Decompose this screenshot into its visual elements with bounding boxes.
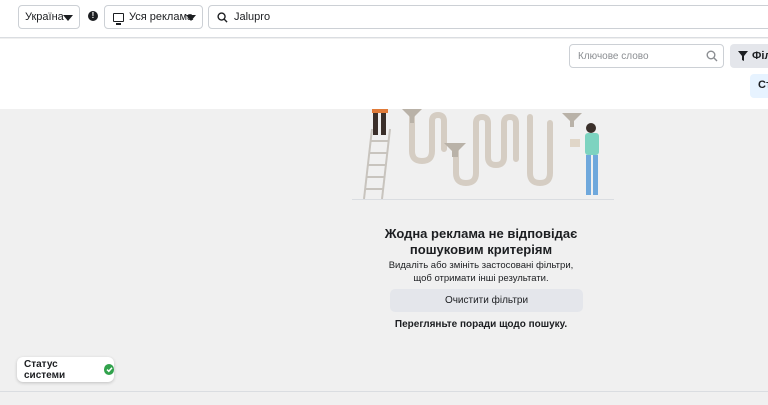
country-dropdown[interactable]: Україна [18, 5, 80, 29]
search-icon [217, 11, 228, 23]
sort-label: Ст [758, 79, 768, 91]
system-status-label: Статус системи [24, 358, 66, 381]
search-icon [706, 50, 718, 62]
empty-state-title: Жодна реклама не відповідає пошуковим кр… [384, 226, 578, 257]
ad-type-value: Уся реклама [129, 11, 194, 23]
top-search-bar: Україна ! Уся реклама Jalupro [0, 0, 768, 38]
ladder [363, 128, 391, 200]
ad-type-dropdown[interactable]: Уся реклама [104, 5, 203, 29]
results-toolbar: Ключове слово Філ Ст [0, 39, 768, 109]
person-standing [570, 123, 599, 195]
system-status-button[interactable]: Статус системи [17, 357, 114, 382]
monitor-icon [113, 12, 124, 25]
empty-state-description: Видаліть або змініть застосовані фільтри… [388, 260, 574, 284]
illustration-divider [352, 199, 614, 200]
footer-divider [0, 391, 768, 392]
pipes [409, 111, 553, 187]
chevron-down-icon [63, 15, 73, 21]
keyword-input[interactable]: Ключове слово [569, 44, 724, 68]
filters-label: Філ [752, 50, 768, 62]
country-value: Україна [25, 11, 64, 23]
clear-filters-button[interactable]: Очистити фільтри [390, 289, 583, 312]
chevron-down-icon [186, 15, 196, 21]
search-tips-link[interactable]: Перегляньте поради щодо пошуку. [380, 319, 582, 330]
keyword-placeholder: Ключове слово [578, 50, 649, 62]
person-on-ladder [372, 109, 388, 135]
sort-button[interactable]: Ст [750, 74, 768, 98]
check-circle-icon [103, 364, 114, 375]
empty-state-illustration [363, 109, 599, 200]
filters-button[interactable]: Філ [730, 44, 768, 68]
search-value: Jalupro [234, 11, 271, 23]
filter-icon [738, 51, 748, 61]
info-icon[interactable]: ! [88, 11, 98, 21]
search-input[interactable]: Jalupro [208, 5, 768, 29]
